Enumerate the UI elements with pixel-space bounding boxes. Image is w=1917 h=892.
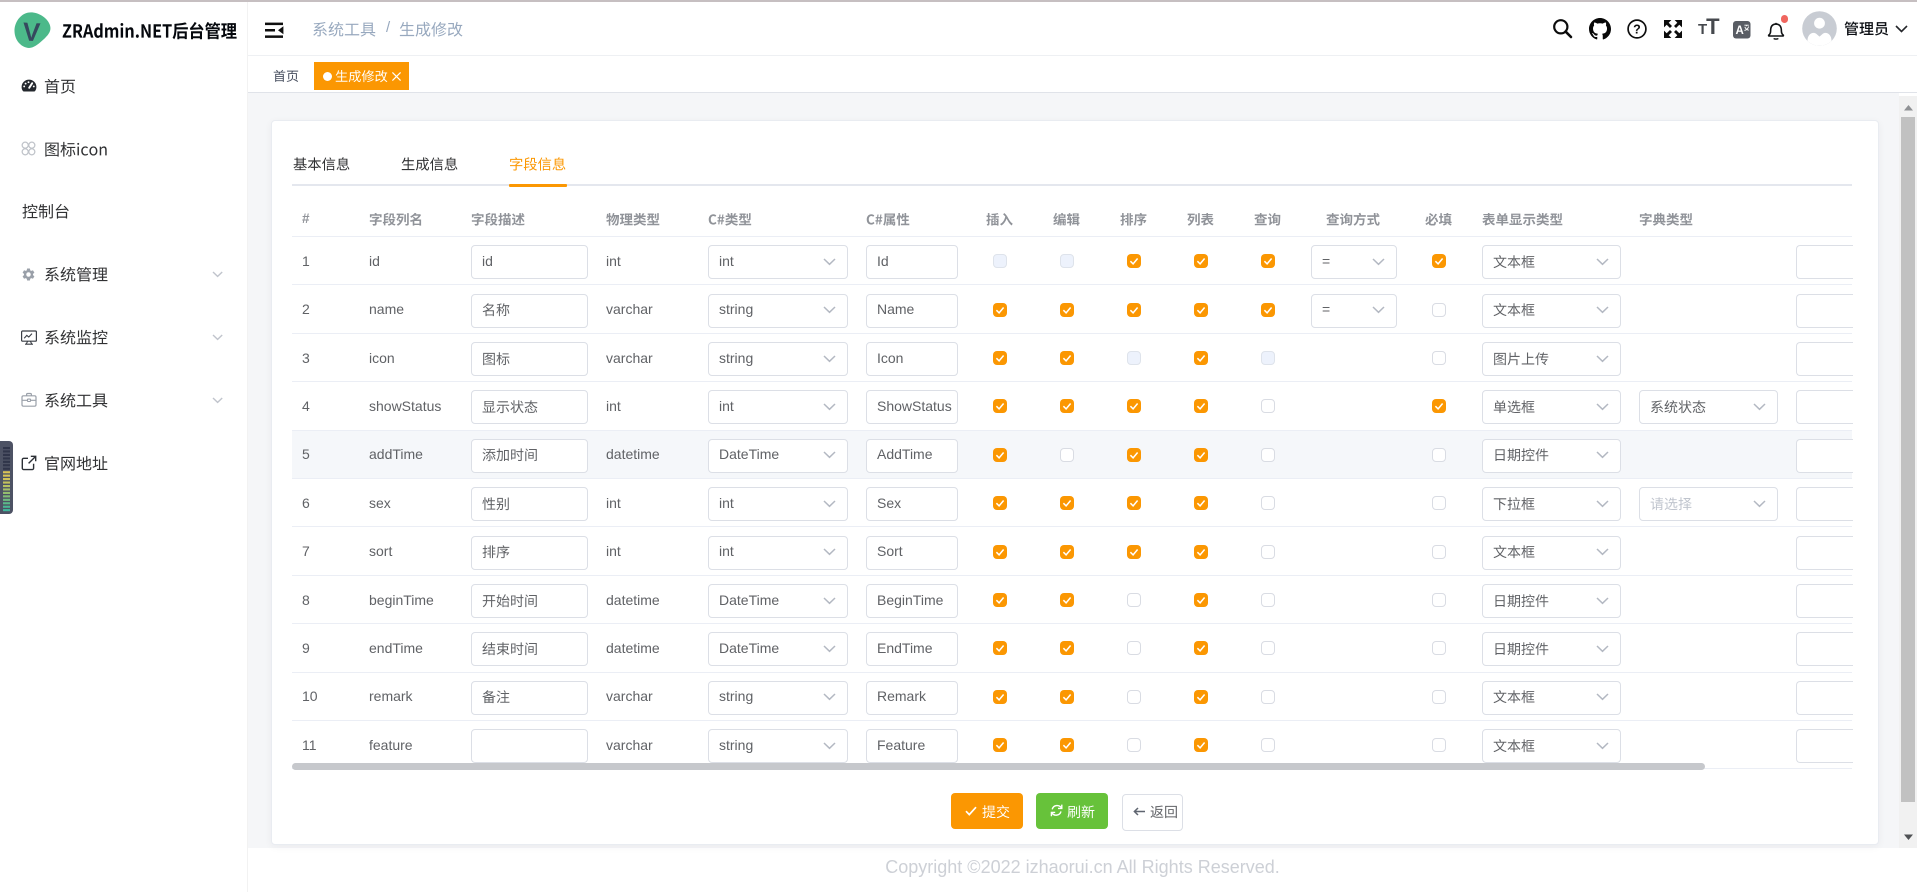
svg-text:A: A (1735, 25, 1743, 37)
svg-text:V: V (22, 16, 42, 47)
svg-text:?: ? (1633, 22, 1641, 36)
